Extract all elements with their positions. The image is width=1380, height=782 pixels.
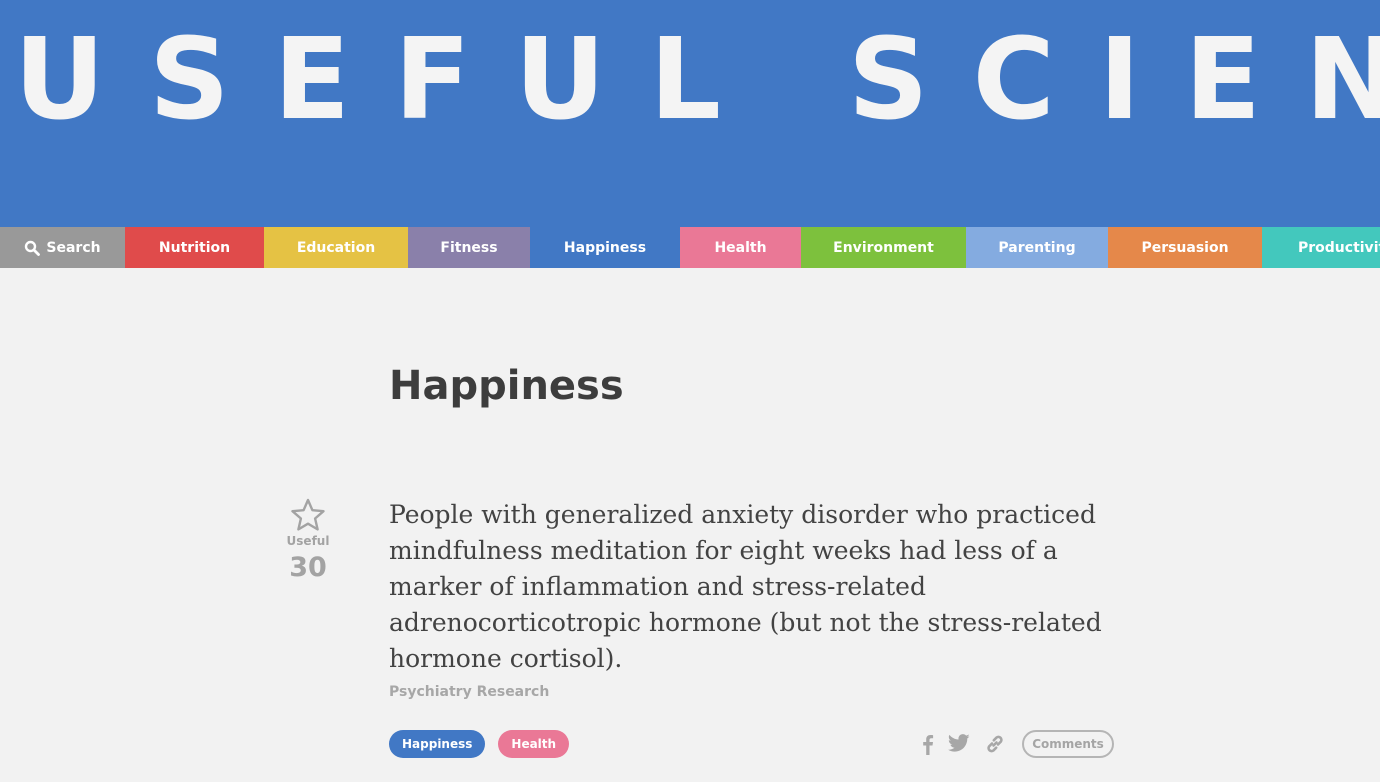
nav-item-label: Nutrition [158, 239, 231, 256]
site-title[interactable]: USEFUL SCIENCE [14, 20, 1380, 140]
useful-count: 30 [289, 552, 327, 583]
useful-label: Useful [286, 534, 330, 548]
nav-item-fitness[interactable]: Fitness [408, 227, 530, 268]
star-icon[interactable] [290, 498, 326, 532]
comments-button[interactable]: Comments [1022, 730, 1114, 758]
nav-item-label: Persuasion [1141, 239, 1229, 256]
nav-item-persuasion[interactable]: Persuasion [1108, 227, 1262, 268]
source-link[interactable]: Psychiatry Research [389, 684, 549, 700]
category-nav: Search Nutrition Education Fitness Happi… [0, 227, 1380, 268]
search-icon [25, 240, 41, 256]
tag-list: Happiness Health [389, 730, 570, 758]
twitter-icon[interactable] [947, 733, 970, 755]
nav-item-productivity[interactable]: Productivity [1262, 227, 1380, 268]
nav-item-environment[interactable]: Environment [801, 227, 966, 268]
link-icon[interactable] [984, 733, 1006, 755]
nav-item-nutrition[interactable]: Nutrition [125, 227, 264, 268]
nav-item-label: Health [714, 239, 767, 256]
tag-health[interactable]: Health [498, 730, 570, 758]
tag-happiness[interactable]: Happiness [389, 730, 486, 758]
nav-item-education[interactable]: Education [264, 227, 408, 268]
nav-item-label: Fitness [440, 239, 498, 256]
nav-item-search[interactable]: Search [0, 227, 125, 268]
nav-item-label: Environment [833, 239, 934, 256]
nav-item-label: Search [46, 239, 101, 256]
nav-item-label: Education [296, 239, 376, 256]
share-bar: Comments [918, 730, 1114, 758]
nav-item-happiness[interactable]: Happiness [530, 227, 680, 268]
page-title: Happiness [389, 363, 624, 409]
nav-item-health[interactable]: Health [680, 227, 801, 268]
facebook-icon[interactable] [918, 733, 938, 755]
nav-item-parenting[interactable]: Parenting [966, 227, 1108, 268]
nav-item-label: Parenting [998, 239, 1076, 256]
site-header: USEFUL SCIENCE [0, 0, 1380, 227]
useful-vote: Useful 30 [283, 498, 333, 583]
nav-item-label: Productivity [1298, 239, 1380, 256]
finding-text[interactable]: People with generalized anxiety disorder… [389, 497, 1104, 677]
nav-item-label: Happiness [563, 239, 647, 256]
